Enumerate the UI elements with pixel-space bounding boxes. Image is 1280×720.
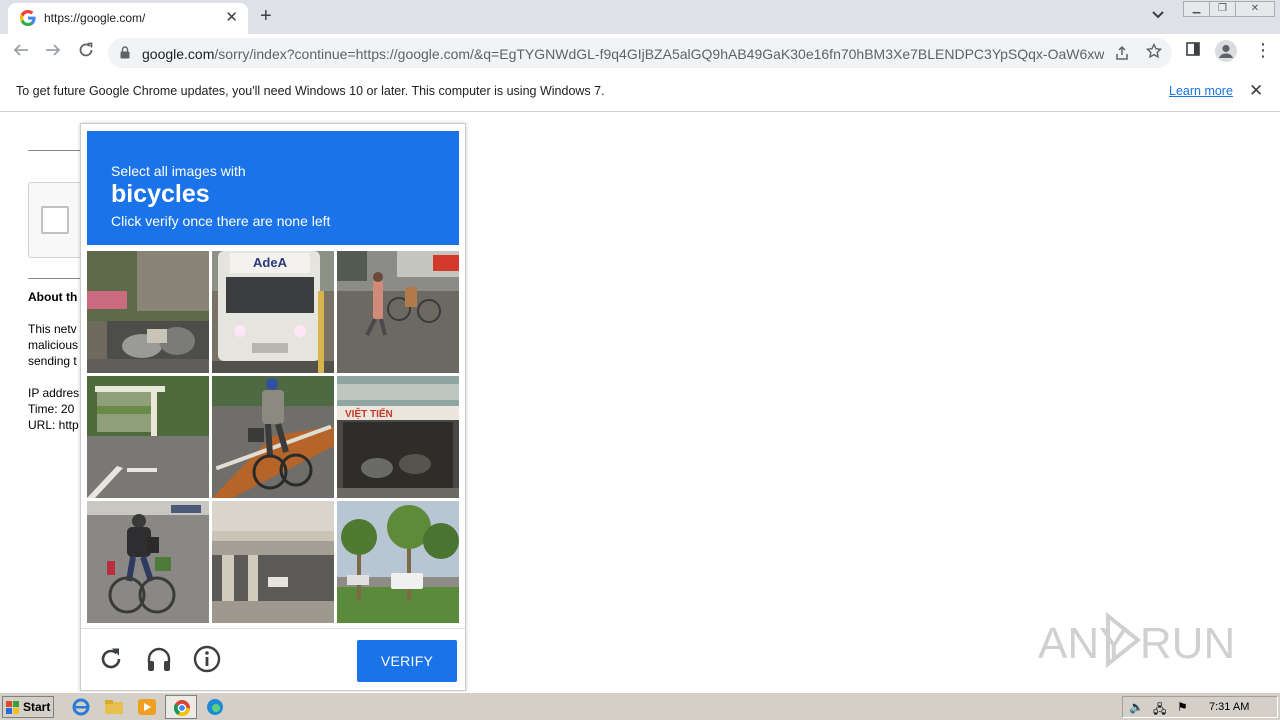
taskbar-clock[interactable]: 7:31 AM xyxy=(1209,701,1249,713)
windows-flag-icon xyxy=(6,701,19,714)
divider xyxy=(28,278,88,279)
captcha-tile-pedestrian-bicycle[interactable] xyxy=(337,251,459,373)
info-icon[interactable] xyxy=(193,645,221,673)
recaptcha-challenge-dialog: Select all images with bicycles Click ve… xyxy=(80,123,466,691)
shop-sign: VIỆT TIẾN xyxy=(345,407,393,420)
about-heading: About th xyxy=(28,290,78,304)
update-infobar: To get future Google Chrome updates, you… xyxy=(0,72,1280,112)
side-panel-icon[interactable] xyxy=(1186,42,1200,61)
reload-icon[interactable] xyxy=(75,42,97,64)
bookmark-star-icon[interactable] xyxy=(1145,42,1163,64)
verify-button[interactable]: VERIFY xyxy=(357,640,457,682)
browser-tab[interactable]: https://google.com/ ✕ xyxy=(8,3,248,34)
minimize-button[interactable]: ▁ xyxy=(1183,1,1210,17)
share-icon[interactable] xyxy=(1114,45,1130,64)
captcha-tile-bus-stop[interactable] xyxy=(87,376,209,498)
learn-more-link[interactable]: Learn more xyxy=(1169,84,1233,98)
restore-button[interactable]: ❐ xyxy=(1209,1,1236,17)
recaptcha-widget[interactable] xyxy=(28,182,88,258)
window-close-button[interactable]: ✕ xyxy=(1235,1,1275,17)
page-text-line: sending t xyxy=(28,354,77,368)
forward-arrow-icon[interactable] xyxy=(42,42,64,64)
tab-strip: https://google.com/ ✕ + ▁ ❐ ✕ xyxy=(0,0,1280,34)
media-player-icon[interactable] xyxy=(136,697,158,717)
captcha-tile-cyclist[interactable] xyxy=(212,376,334,498)
captcha-tile-shop-front[interactable]: VIỆT TIẾN xyxy=(337,376,459,498)
tab-search-icon[interactable] xyxy=(1152,8,1164,22)
volume-icon[interactable]: 🔈 xyxy=(1129,700,1144,714)
address-bar[interactable]: google.com/sorry/index?continue=https://… xyxy=(108,38,1172,68)
tab-close-icon[interactable]: ✕ xyxy=(225,9,238,27)
windows-taskbar: Start 🔈 🖧 ⚑ 7:31 AM xyxy=(0,692,1280,720)
browser-menu-icon[interactable]: ⋮ xyxy=(1254,40,1272,61)
captcha-tile-woman-cyclist[interactable] xyxy=(87,501,209,623)
edge-icon[interactable] xyxy=(204,697,226,717)
url-text[interactable]: google.com/sorry/index?continue=https://… xyxy=(142,46,1104,62)
url-path: /sorry/index?continue=https://google.com… xyxy=(214,46,1104,62)
page-text-line: malicious xyxy=(28,338,79,352)
divider xyxy=(28,150,88,151)
captcha-tile-overpass[interactable] xyxy=(212,501,334,623)
lock-icon[interactable] xyxy=(120,46,130,59)
browser-toolbar: google.com/sorry/index?continue=https://… xyxy=(0,34,1280,72)
file-explorer-icon[interactable] xyxy=(103,697,125,717)
captcha-footer: VERIFY xyxy=(81,628,465,690)
instruction-subtext: Click verify once there are none left xyxy=(111,213,331,229)
profile-avatar-icon[interactable] xyxy=(1215,40,1237,67)
target-object-text: bicycles xyxy=(111,180,210,208)
instruction-text: Select all images with xyxy=(111,163,246,179)
action-center-flag-icon[interactable]: ⚑ xyxy=(1177,700,1188,714)
chrome-taskbar-button[interactable] xyxy=(165,695,197,719)
recaptcha-checkbox[interactable] xyxy=(41,206,69,234)
start-label: Start xyxy=(23,700,51,714)
back-arrow-icon[interactable] xyxy=(10,42,32,64)
google-favicon-icon xyxy=(20,10,36,26)
page-text-line: This netv xyxy=(28,322,77,336)
image-grid: AdeA VIỆT TIẾN xyxy=(87,251,459,623)
new-tab-button[interactable]: + xyxy=(260,6,272,26)
infobar-message: To get future Google Chrome updates, you… xyxy=(16,84,605,98)
audio-challenge-headphones-icon[interactable] xyxy=(145,645,173,673)
time-label: Time: 20 xyxy=(28,402,75,416)
challenge-header: Select all images with bicycles Click ve… xyxy=(87,131,459,245)
infobar-close-icon[interactable]: ✕ xyxy=(1249,81,1263,101)
system-tray: 🔈 🖧 ⚑ 7:31 AM xyxy=(1122,696,1278,718)
truck-sign: AdeA xyxy=(253,255,288,270)
chrome-icon xyxy=(173,700,191,717)
captcha-tile-street-motorbikes[interactable] xyxy=(87,251,209,373)
ip-address-label: IP addres xyxy=(28,386,80,400)
url-label: URL: http xyxy=(28,418,79,432)
anyrun-watermark-logo: ANY RUN xyxy=(1038,611,1235,669)
reload-challenge-icon[interactable] xyxy=(97,645,125,673)
start-button[interactable]: Start xyxy=(2,696,54,718)
url-host: google.com xyxy=(142,46,215,62)
captcha-tile-palm-trees[interactable] xyxy=(337,501,459,623)
internet-explorer-icon[interactable] xyxy=(70,697,92,717)
captcha-tile-truck[interactable]: AdeA xyxy=(212,251,334,373)
tab-title: https://google.com/ xyxy=(44,11,146,25)
network-icon[interactable]: 🖧 xyxy=(1153,700,1166,720)
